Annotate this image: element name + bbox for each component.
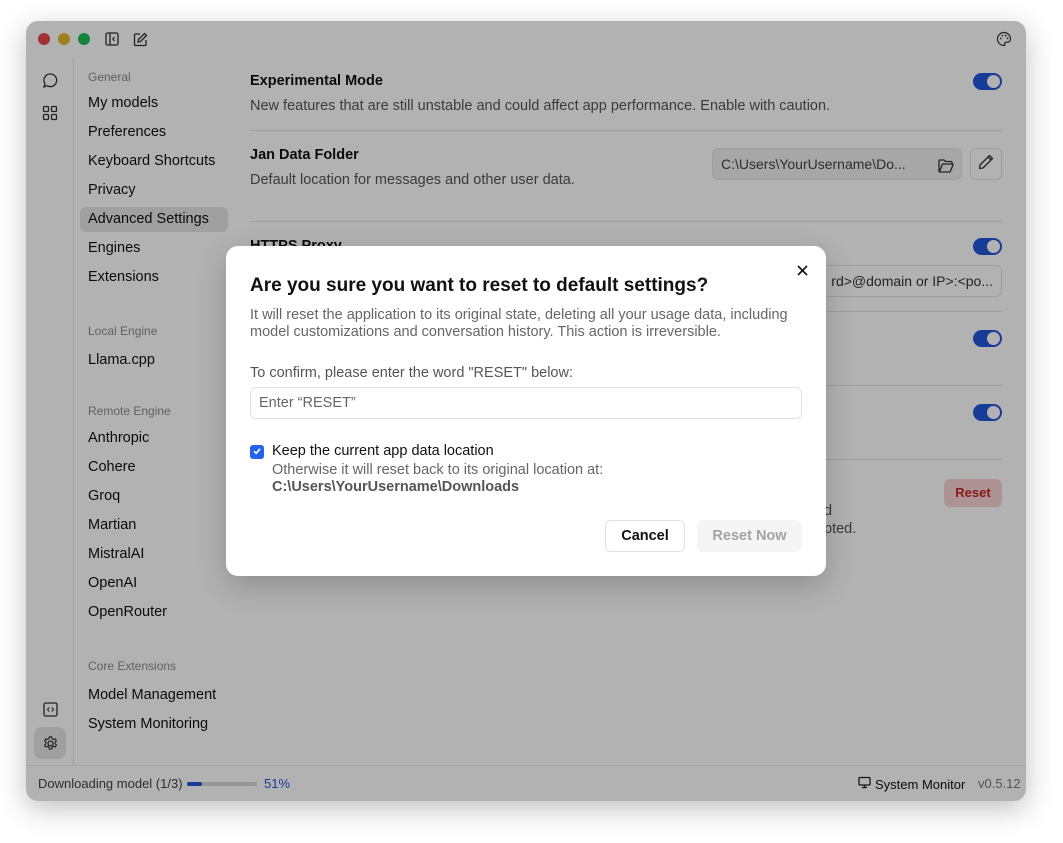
keep-location-checkbox[interactable] bbox=[250, 445, 264, 459]
original-location-path: C:\Users\YourUsername\Downloads bbox=[272, 479, 520, 495]
dialog-title: Are you sure you want to reset to defaul… bbox=[250, 275, 709, 296]
keep-location-label[interactable]: Keep the current app data location bbox=[272, 443, 494, 459]
keep-location-hint-text: Otherwise it will reset back to its orig… bbox=[272, 462, 604, 478]
cancel-button[interactable]: Cancel bbox=[605, 520, 685, 552]
close-icon bbox=[796, 263, 808, 281]
reset-now-button[interactable]: Reset Now bbox=[697, 520, 802, 552]
confirm-reset-input[interactable] bbox=[250, 387, 802, 419]
checkmark-icon bbox=[252, 443, 262, 461]
close-dialog-button[interactable] bbox=[792, 262, 812, 282]
reset-confirm-dialog: Are you sure you want to reset to defaul… bbox=[226, 246, 826, 576]
dialog-description: It will reset the application to its ori… bbox=[250, 307, 788, 340]
confirm-instruction: To confirm, please enter the word "RESET… bbox=[250, 365, 573, 381]
keep-location-hint: Otherwise it will reset back to its orig… bbox=[272, 462, 603, 496]
